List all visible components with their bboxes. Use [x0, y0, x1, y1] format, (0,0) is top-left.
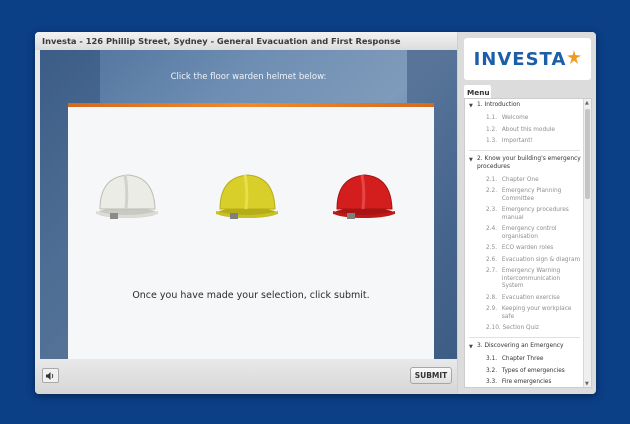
speaker-icon: [46, 371, 54, 380]
slide-stage: Click the floor warden helmet below: Onc…: [40, 50, 457, 359]
slide-instruction: Click the floor warden helmet below:: [170, 72, 327, 82]
white-helmet-icon: [96, 174, 158, 219]
menu-item-fire-emergencies[interactable]: 3.3. Fire emergencies: [465, 377, 584, 387]
menu-item-control-organisation[interactable]: 2.4. Emergency control organisation: [465, 224, 584, 243]
scroll-up-icon[interactable]: ▲: [585, 100, 590, 107]
investa-logo: INVESTA: [464, 38, 591, 80]
menu-item-warden-roles[interactable]: 2.5. ECO warden roles: [465, 243, 584, 255]
menu-section-introduction[interactable]: ▼ 1. Introduction: [465, 99, 584, 113]
menu-scrollbar[interactable]: ▲ ▼: [583, 99, 591, 387]
menu-divider: [469, 149, 580, 151]
caret-down-icon: ▼: [469, 156, 473, 163]
scrollbar-thumb[interactable]: [585, 109, 590, 199]
menu-item-types-emergencies[interactable]: 3.2. Types of emergencies: [465, 366, 584, 378]
menu-item-important[interactable]: 1.3. Important!: [465, 136, 584, 148]
logo-text: INVESTA: [473, 48, 567, 70]
menu-item-welcome[interactable]: 1.1. Welcome: [465, 113, 584, 125]
menu-item-evacuation-exercise[interactable]: 2.8. Evacuation exercise: [465, 293, 584, 305]
menu-item-procedures-manual[interactable]: 2.3. Emergency procedures manual: [465, 205, 584, 224]
menu-item-workplace-safe[interactable]: 2.9. Keeping your workplace safe: [465, 304, 584, 323]
white-helmet-option[interactable]: [92, 163, 162, 225]
scroll-down-icon[interactable]: ▼: [585, 381, 590, 387]
menu-section-emergency-procedures[interactable]: ▼ 2. Know your building's emergency proc…: [465, 153, 584, 175]
red-helmet-option[interactable]: [329, 163, 399, 225]
course-player-window: Investa - 126 Phillip Street, Sydney - G…: [35, 32, 596, 394]
menu-tab[interactable]: Menu: [464, 85, 491, 99]
menu-item-evacuation-sign[interactable]: 2.6. Evacuation sign & diagram: [465, 255, 584, 267]
caret-down-icon: ▼: [469, 103, 473, 109]
helmet-selection-card: Once you have made your selection, click…: [68, 103, 434, 359]
menu-panel: ▼ 1. Introduction 1.1. Welcome 1.2. Abou…: [464, 98, 592, 388]
menu-item-about-module[interactable]: 1.2. About this module: [465, 125, 584, 137]
star-icon: [567, 50, 582, 64]
menu-item-chapter-three[interactable]: 3.1. Chapter Three: [465, 354, 584, 366]
menu-section-discovering-emergency[interactable]: ▼ 3. Discovering an Emergency: [465, 340, 584, 354]
course-sidebar: INVESTA Menu ▼ 1. Introduction 1.1. Welc…: [457, 32, 596, 394]
window-title: Investa - 126 Phillip Street, Sydney - G…: [35, 32, 457, 50]
menu-item-section-quiz[interactable]: 2.10. Section Quiz: [465, 323, 584, 335]
red-helmet-icon: [333, 174, 395, 219]
submit-button[interactable]: SUBMIT: [410, 367, 452, 384]
menu-item-planning-committee[interactable]: 2.2. Emergency Planning Committee: [465, 186, 584, 205]
yellow-helmet-option[interactable]: [212, 163, 282, 225]
selection-prompt: Once you have made your selection, click…: [132, 290, 370, 301]
menu-divider: [469, 337, 580, 338]
menu-item-chapter-one[interactable]: 2.1. Chapter One: [465, 175, 584, 187]
menu-list: ▼ 1. Introduction 1.1. Welcome 1.2. Abou…: [465, 99, 584, 387]
volume-button[interactable]: [42, 368, 59, 383]
yellow-helmet-icon: [216, 174, 278, 219]
player-controls-bar: SUBMIT: [35, 359, 457, 394]
caret-down-icon: ▼: [469, 344, 473, 350]
card-accent-bar: [68, 103, 434, 107]
menu-item-warning-system[interactable]: 2.7. Emergency Warning Intercommunicatio…: [465, 266, 584, 293]
